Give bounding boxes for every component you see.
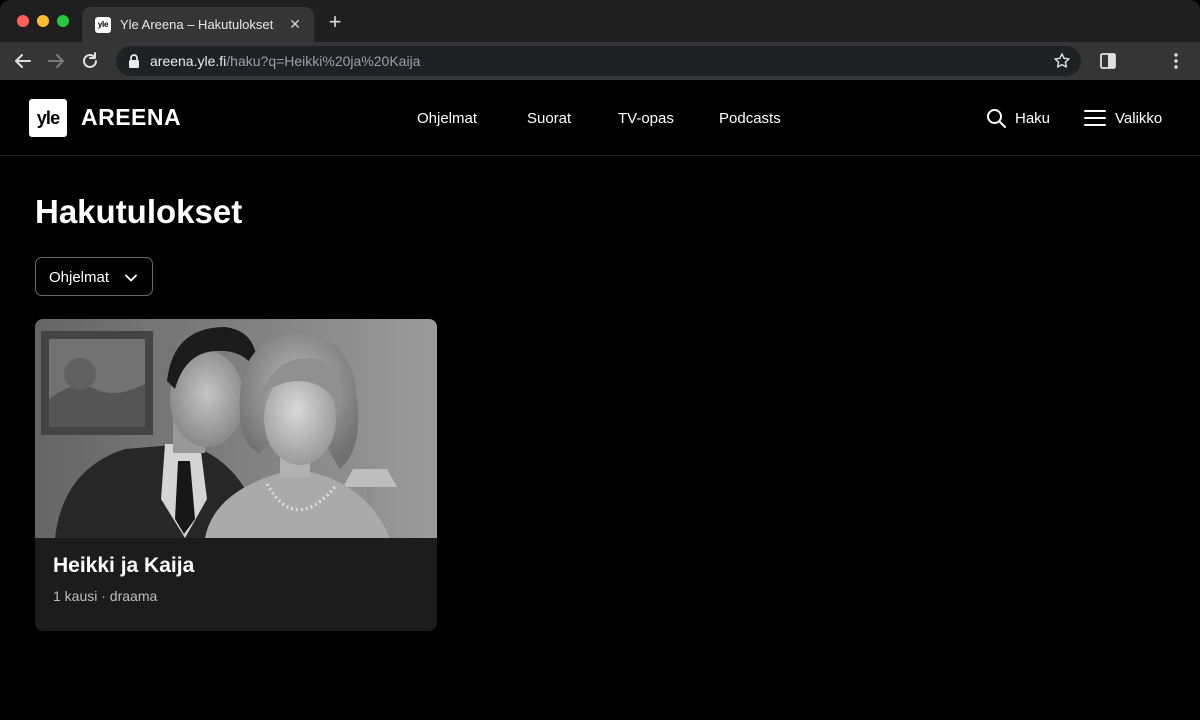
minimize-window-button[interactable] (37, 15, 49, 27)
nav-item-suorat[interactable]: Suorat (527, 110, 571, 127)
back-arrow-icon[interactable] (12, 50, 34, 72)
search-icon (987, 109, 1006, 128)
url-host: areena.yle.fi (150, 53, 227, 69)
tab-title: Yle Areena – Hakutulokset (120, 17, 274, 32)
forward-arrow-icon[interactable] (45, 50, 67, 72)
maximize-window-button[interactable] (57, 15, 69, 27)
site-header: yle AREENA Ohjelmat Suorat TV-opas Podca… (0, 80, 1200, 156)
hamburger-menu-icon (1084, 110, 1106, 126)
browser-titlebar: yle Yle Areena – Hakutulokset ✕ + (0, 0, 1200, 42)
url-path: /haku?q=Heikki%20ja%20Kaija (226, 53, 421, 69)
yle-favicon-icon: yle (95, 17, 111, 33)
reload-icon[interactable] (79, 50, 101, 72)
bookmark-star-icon[interactable] (1053, 52, 1071, 70)
filter-dropdown[interactable]: Ohjelmat (35, 257, 153, 296)
result-card[interactable]: Heikki ja Kaija 1 kausi · draama (35, 319, 437, 631)
browser-toolbar: areena.yle.fi/haku?q=Heikki%20ja%20Kaija (0, 42, 1200, 80)
menu-label: Valikko (1115, 110, 1163, 127)
lock-icon[interactable] (126, 53, 142, 69)
page-title: Hakutulokset (35, 193, 243, 230)
url-text[interactable]: areena.yle.fi/haku?q=Heikki%20ja%20Kaija (150, 53, 420, 69)
program-thumbnail (35, 319, 437, 538)
new-tab-plus-icon[interactable]: + (324, 11, 346, 34)
more-options-icon[interactable] (1166, 51, 1186, 71)
browser-window: yle Yle Areena – Hakutulokset ✕ + areena… (0, 0, 1200, 720)
nav-item-ohjelmat[interactable]: Ohjelmat (417, 110, 477, 127)
side-panel-icon[interactable] (1098, 51, 1118, 71)
nav-item-tv-opas[interactable]: TV-opas (618, 110, 674, 127)
tab-close-icon[interactable]: ✕ (286, 15, 304, 33)
result-title[interactable]: Heikki ja Kaija (53, 554, 194, 578)
search-label: Haku (1015, 110, 1051, 127)
address-bar[interactable]: areena.yle.fi/haku?q=Heikki%20ja%20Kaija (116, 46, 1081, 76)
nav-item-podcasts[interactable]: Podcasts (719, 110, 781, 127)
chevron-down-icon (125, 274, 137, 282)
filter-label: Ohjelmat (49, 269, 110, 286)
close-window-button[interactable] (17, 15, 29, 27)
browser-tab-active[interactable]: yle Yle Areena – Hakutulokset ✕ (82, 7, 314, 42)
result-meta: 1 kausi · draama (53, 588, 158, 604)
